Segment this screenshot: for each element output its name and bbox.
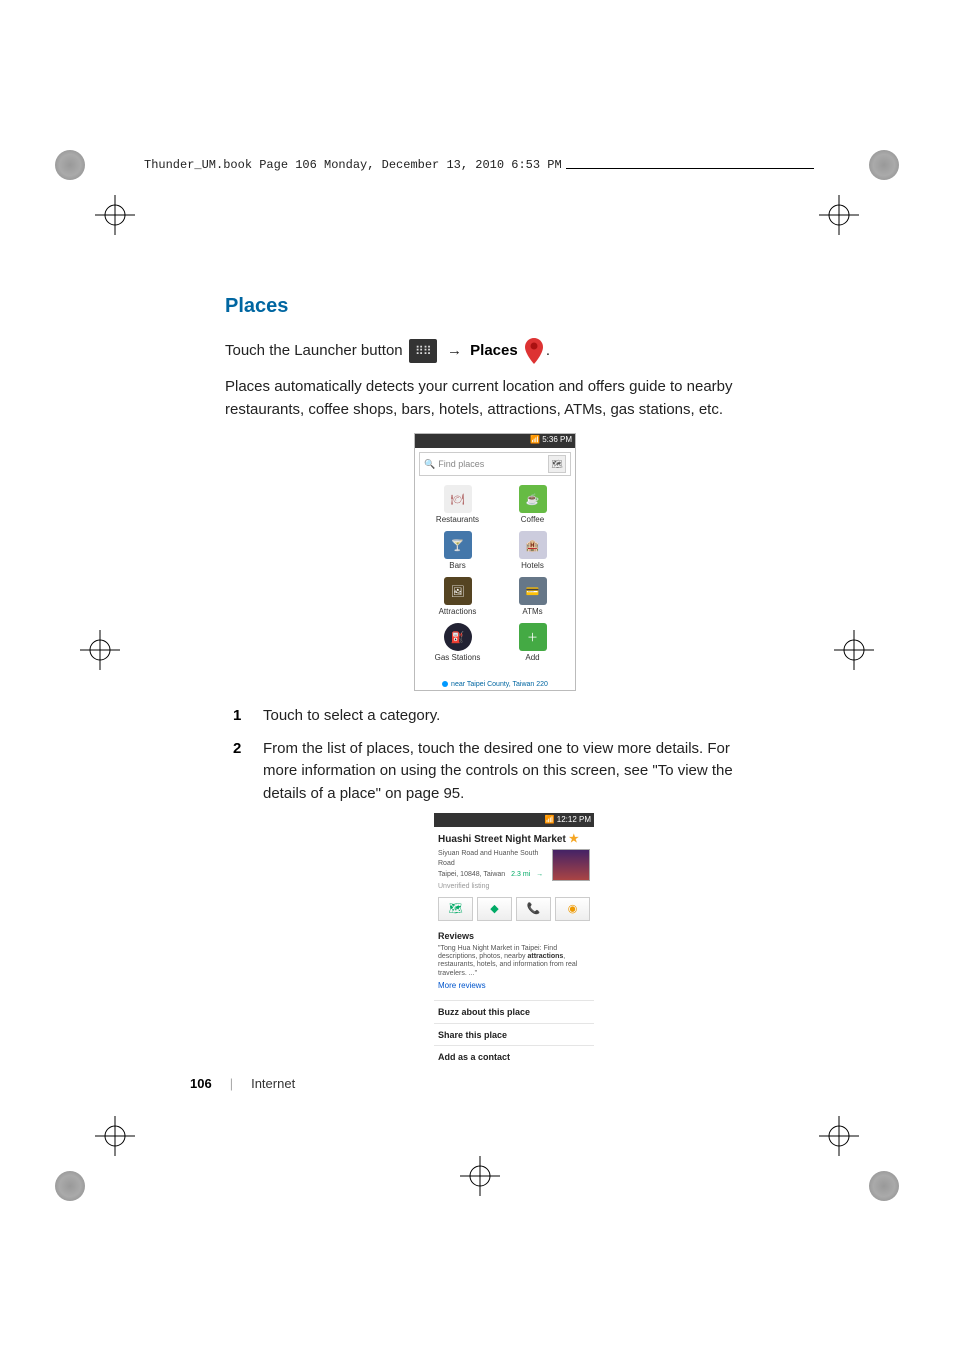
page-footer: 106 | Internet xyxy=(190,1076,295,1091)
directions-button[interactable]: ◆ xyxy=(477,897,512,921)
place-detail-screenshot: 📶 12:12 PM Huashi Street Night Market ★ … xyxy=(434,813,594,1103)
category-label: Gas Stations xyxy=(435,653,481,662)
atms-icon: 💳 xyxy=(519,577,547,605)
add-icon: ＋ xyxy=(519,623,547,651)
places-grid-screenshot: 📶 5:36 PM 🔍 Find places 🗺 🍽 Restaurants … xyxy=(414,433,576,691)
distance-arrow-icon: → xyxy=(536,871,543,878)
signal-icon: 📶 xyxy=(530,435,542,444)
status-time: 5:36 PM xyxy=(542,435,572,444)
place-title: Huashi Street Night Market xyxy=(438,832,566,847)
category-restaurants[interactable]: 🍽 Restaurants xyxy=(421,482,494,524)
star-icon[interactable]: ★ xyxy=(569,831,579,848)
intro-body: Places automatically detects your curren… xyxy=(225,376,765,421)
signal-icon: 📶 xyxy=(545,815,557,824)
category-add[interactable]: ＋ Add xyxy=(496,620,569,662)
intro-line: Touch the Launcher button ⠿⠿ → Places . xyxy=(225,338,765,364)
intro-prefix: Touch the Launcher button xyxy=(225,342,407,359)
status-bar: 📶 5:36 PM xyxy=(415,434,575,448)
print-mark xyxy=(869,1171,899,1201)
category-coffee[interactable]: ☕ Coffee xyxy=(496,482,569,524)
streetview-icon: ◉ xyxy=(568,901,578,918)
bars-icon: 🍸 xyxy=(444,531,472,559)
footer-chapter: Internet xyxy=(251,1076,295,1091)
category-label: Coffee xyxy=(521,515,544,524)
buzz-link[interactable]: Buzz about this place xyxy=(434,1003,594,1021)
places-label: Places xyxy=(470,342,518,359)
crop-mark-icon xyxy=(460,1156,500,1196)
crop-mark-icon xyxy=(819,1116,859,1156)
category-label: Add xyxy=(525,653,539,662)
restaurants-icon: 🍽 xyxy=(444,485,472,513)
page-number: 106 xyxy=(190,1076,212,1091)
print-mark xyxy=(869,150,899,180)
divider xyxy=(434,1045,594,1046)
crop-mark-icon xyxy=(95,1116,135,1156)
status-time: 12:12 PM xyxy=(557,815,591,824)
share-link[interactable]: Share this place xyxy=(434,1026,594,1044)
arrow-right-icon: → xyxy=(447,340,462,363)
crop-mark-icon xyxy=(834,630,874,670)
category-hotels[interactable]: 🏨 Hotels xyxy=(496,528,569,570)
step-1: Touch to select a category. xyxy=(225,705,765,728)
place-address-line1: Siyuan Road and Huanhe South Road xyxy=(438,849,552,870)
crop-mark-icon xyxy=(80,630,120,670)
divider xyxy=(434,1000,594,1001)
location-text: near Taipei County, Taiwan 220 xyxy=(451,681,548,688)
step-2-text: From the list of places, touch the desir… xyxy=(263,740,733,802)
search-icon: 🔍 xyxy=(424,459,435,470)
places-category-grid: 🍽 Restaurants ☕ Coffee 🍸 Bars 🏨 Hotels 🖼 xyxy=(415,480,575,664)
hotels-icon: 🏨 xyxy=(519,531,547,559)
footer-separator-icon: | xyxy=(230,1076,233,1091)
place-subinfo: Siyuan Road and Huanhe South Road Taipei… xyxy=(434,848,594,882)
place-distance: 2.3 mi xyxy=(511,871,530,878)
gas-icon: ⛽ xyxy=(444,623,472,651)
category-label: Bars xyxy=(449,561,465,570)
category-attractions[interactable]: 🖼 Attractions xyxy=(421,574,494,616)
place-action-row: 🗺 ◆ 📞 ◉ xyxy=(434,895,594,927)
category-label: Attractions xyxy=(439,607,477,616)
review-snippet: "Tong Hua Night Market in Taipei: Find d… xyxy=(434,945,594,979)
search-placeholder: Find places xyxy=(438,459,484,469)
current-location-line[interactable]: near Taipei County, Taiwan 220 xyxy=(415,681,575,688)
category-label: Restaurants xyxy=(436,515,479,524)
map-mode-icon[interactable]: 🗺 xyxy=(548,455,566,473)
reviews-heading: Reviews xyxy=(434,927,594,945)
review-text-bold: attractions xyxy=(528,953,564,960)
phone-icon: 📞 xyxy=(527,901,541,918)
place-thumbnail[interactable] xyxy=(552,849,590,881)
directions-icon: ◆ xyxy=(490,901,498,918)
call-button[interactable]: 📞 xyxy=(516,897,551,921)
map-button[interactable]: 🗺 xyxy=(438,897,473,921)
step-1-text: Touch to select a category. xyxy=(263,707,440,724)
running-header: Thunder_UM.book Page 106 Monday, Decembe… xyxy=(140,158,566,172)
print-mark xyxy=(55,150,85,180)
crop-mark-icon xyxy=(95,195,135,235)
category-label: Hotels xyxy=(521,561,544,570)
attractions-icon: 🖼 xyxy=(444,577,472,605)
crop-mark-icon xyxy=(819,195,859,235)
category-atms[interactable]: 💳 ATMs xyxy=(496,574,569,616)
print-mark xyxy=(55,1171,85,1201)
category-gas[interactable]: ⛽ Gas Stations xyxy=(421,620,494,662)
location-dot-icon xyxy=(442,681,448,687)
more-reviews-link[interactable]: More reviews xyxy=(434,978,594,998)
find-places-search[interactable]: 🔍 Find places 🗺 xyxy=(419,452,571,476)
intro-suffix: . xyxy=(546,342,550,359)
section-title: Places xyxy=(225,295,765,318)
coffee-icon: ☕ xyxy=(519,485,547,513)
category-label: ATMs xyxy=(522,607,542,616)
places-pin-icon xyxy=(524,338,544,364)
place-address-line2: Taipei, 10848, Taiwan xyxy=(438,871,505,878)
status-bar: 📶 12:12 PM xyxy=(434,813,594,827)
unverified-label: Unverified listing xyxy=(434,882,594,896)
place-title-row: Huashi Street Night Market ★ xyxy=(434,827,594,848)
category-bars[interactable]: 🍸 Bars xyxy=(421,528,494,570)
step-2: From the list of places, touch the desir… xyxy=(225,738,765,1104)
streetview-button[interactable]: ◉ xyxy=(555,897,590,921)
map-icon: 🗺 xyxy=(449,901,463,918)
launcher-icon: ⠿⠿ xyxy=(409,339,437,363)
add-contact-link[interactable]: Add as a contact xyxy=(434,1048,594,1066)
divider xyxy=(434,1023,594,1024)
